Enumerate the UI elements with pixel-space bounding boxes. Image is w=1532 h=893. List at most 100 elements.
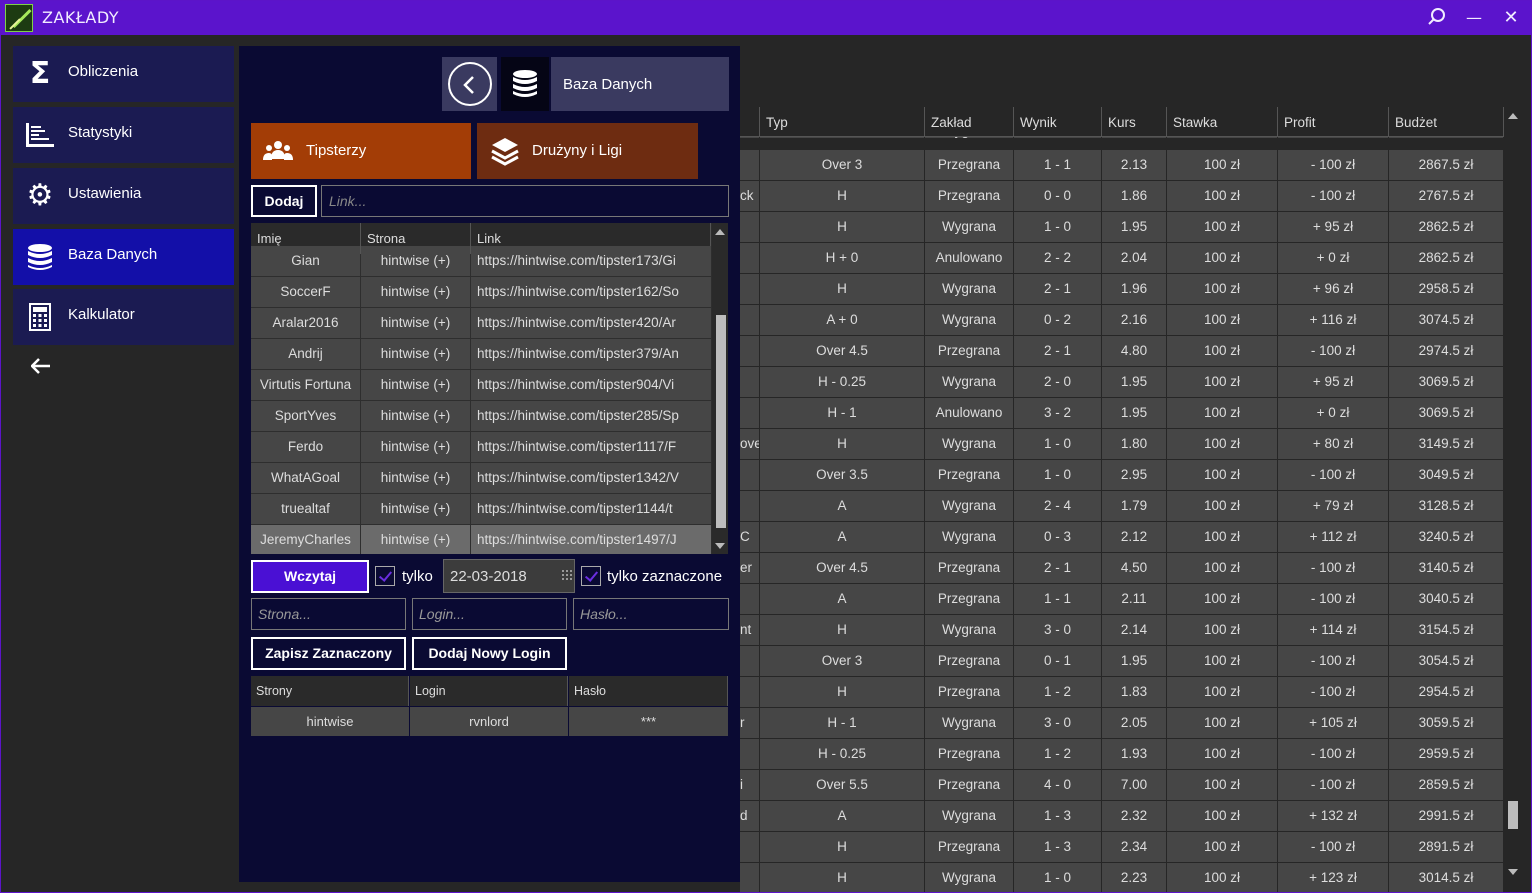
bet-budzet-cell[interactable]: 2862.5 zł [1389, 243, 1503, 273]
bet-zaklad-cell[interactable]: Przegrana [925, 150, 1013, 180]
bet-stawka-cell[interactable]: 100 zł [1167, 181, 1277, 211]
bet-wynik-cell[interactable]: 0 - 0 [1014, 181, 1101, 211]
title-bar[interactable]: ZAKŁADY — ✕ [1, 1, 1531, 35]
bet-profit-cell[interactable]: + 96 zł [1278, 274, 1388, 304]
tipster-link-cell[interactable]: https://hintwise.com/tipster420/Ar [471, 308, 711, 338]
bet-profit-cell[interactable]: - 100 zł [1278, 646, 1388, 676]
tipster-name-cell[interactable]: Ferdo [251, 432, 360, 462]
table-row[interactable]: H Wygrana 2 - 1 1.96 100 zł + 96 zł 2958.5 zł [740, 274, 1504, 305]
add-new-login-button[interactable]: Dodaj Nowy Login [412, 637, 567, 670]
bet-zaklad-cell[interactable]: Wygrana [925, 801, 1013, 831]
table-row[interactable]: A Przegrana 1 - 1 2.11 100 zł - 100 zł 3040.5 … [740, 584, 1504, 615]
scroll-up-icon[interactable] [715, 229, 725, 235]
bet-stawka-cell[interactable]: 100 zł [1167, 460, 1277, 490]
sidebar-item-obliczenia[interactable]: Σ Obliczenia [13, 46, 234, 102]
bet-zaklad-cell[interactable]: Przegrana [925, 770, 1013, 800]
bet-zaklad-cell[interactable]: Przegrana [925, 584, 1013, 614]
bet-wynik-cell[interactable]: 2 - 0 [1014, 367, 1101, 397]
table-row[interactable]: ck H Przegrana 0 - 0 1.86 100 zł - 100 zł 2767.… [740, 181, 1504, 212]
bet-kurs-cell[interactable]: 7.00 [1102, 770, 1166, 800]
bet-kurs-cell[interactable]: 1.79 [1102, 491, 1166, 521]
tipster-link-cell[interactable]: https://hintwise.com/tipster904/Vi [471, 370, 711, 400]
bet-kurs-cell[interactable]: 1.86 [1102, 181, 1166, 211]
bet-profit-cell[interactable]: + 114 zł [1278, 615, 1388, 645]
bet-budzet-cell[interactable]: 2767.5 zł [1389, 181, 1503, 211]
table-row[interactable]: rH - 1 Wygrana 3 - 0 2.05 100 zł + 105 zł 3059… [740, 708, 1504, 739]
table-row[interactable]: nt H Wygrana 3 - 0 2.14 100 zł + 114 zł 3154.5 … [740, 615, 1504, 646]
bet-typ-cell[interactable]: H - 1 [760, 398, 924, 428]
bet-wynik-cell[interactable]: 2 - 4 [1014, 491, 1101, 521]
bet-stawka-cell[interactable]: 100 zł [1167, 863, 1277, 892]
column-header-event[interactable] [740, 107, 760, 137]
bet-profit-cell[interactable]: - 100 zł [1278, 336, 1388, 366]
bet-wynik-cell[interactable]: 4 - 0 [1014, 770, 1101, 800]
bet-stawka-cell[interactable]: 100 zł [1167, 801, 1277, 831]
bet-event-cell[interactable] [740, 150, 759, 180]
bet-kurs-cell[interactable]: 1.83 [1102, 677, 1166, 707]
tipster-name-cell[interactable]: Aralar2016 [251, 308, 360, 338]
bet-profit-cell[interactable]: + 112 zł [1278, 522, 1388, 552]
table-row[interactable]: Virtutis Fortuna hintwise (+) https://hint… [251, 370, 711, 401]
bet-zaklad-cell[interactable]: Wygrana [925, 522, 1013, 552]
table-row[interactable]: Over 3 Przegrana 0 - 1 1.95 100 zł - 100 zł 30… [740, 646, 1504, 677]
table-row[interactable]: A + 0 Wygrana 0 - 2 2.16 100 zł + 116 zł 3074.… [740, 305, 1504, 336]
tipster-link-cell[interactable]: https://hintwise.com/tipster162/So [471, 277, 711, 307]
bet-kurs-cell[interactable]: 1.95 [1102, 646, 1166, 676]
collapse-arrow-icon[interactable] [30, 355, 51, 380]
tipster-link-cell[interactable]: https://hintwise.com/tipster285/Sp [471, 401, 711, 431]
bet-wynik-cell[interactable]: 1 - 3 [1014, 832, 1101, 862]
tipster-name-cell[interactable]: WhatAGoal [251, 463, 360, 493]
bet-event-cell[interactable] [740, 584, 759, 614]
bet-budzet-cell[interactable]: 3014.5 zł [1389, 863, 1503, 892]
bet-profit-cell[interactable]: - 100 zł [1278, 460, 1388, 490]
bet-kurs-cell[interactable]: 1.96 [1102, 274, 1166, 304]
tipsters-scrollbar[interactable] [712, 223, 728, 554]
sidebar-item-baza-danych[interactable]: Baza Danych [13, 229, 234, 285]
tipster-name-cell[interactable]: Gian [251, 246, 360, 276]
login-cell-password[interactable]: *** [569, 707, 728, 736]
bet-typ-cell[interactable]: H [760, 429, 924, 459]
calendar-icon[interactable] [562, 570, 572, 580]
table-row[interactable]: Over 3.5 Przegrana 1 - 0 2.95 100 zł - 100 zł… [740, 460, 1504, 491]
bet-profit-cell[interactable]: + 105 zł [1278, 708, 1388, 738]
bet-wynik-cell[interactable]: 2 - 1 [1014, 274, 1101, 304]
scroll-down-icon[interactable] [715, 543, 725, 549]
bet-wynik-cell[interactable]: 1 - 0 [1014, 429, 1101, 459]
bet-typ-cell[interactable]: Over 3.5 [760, 460, 924, 490]
bet-wynik-cell[interactable]: 0 - 3 [1014, 522, 1101, 552]
tipster-name-cell[interactable]: Virtutis Fortuna [251, 370, 360, 400]
bet-zaklad-cell[interactable]: Anulowano [925, 243, 1013, 273]
bet-event-cell[interactable] [740, 243, 759, 273]
bet-typ-cell[interactable]: A [760, 801, 924, 831]
bet-stawka-cell[interactable]: 100 zł [1167, 770, 1277, 800]
bet-event-cell[interactable]: i [740, 770, 759, 800]
bet-event-cell[interactable] [740, 646, 759, 676]
bet-budzet-cell[interactable]: 3069.5 zł [1389, 367, 1503, 397]
column-header-kurs[interactable]: Kurs [1102, 107, 1167, 137]
bet-budzet-cell[interactable]: 3154.5 zł [1389, 615, 1503, 645]
bet-zaklad-cell[interactable]: Wygrana [925, 367, 1013, 397]
bet-stawka-cell[interactable]: 100 zł [1167, 708, 1277, 738]
bet-kurs-cell[interactable]: 2.12 [1102, 522, 1166, 552]
bet-kurs-cell[interactable]: 2.23 [1102, 863, 1166, 892]
bet-event-cell[interactable] [740, 367, 759, 397]
save-selected-button[interactable]: Zapisz Zaznaczony [251, 637, 406, 670]
bet-wynik-cell[interactable]: 0 - 2 [1014, 305, 1101, 335]
tipster-site-cell[interactable]: hintwise (+) [361, 401, 470, 431]
bet-zaklad-cell[interactable]: Przegrana [925, 646, 1013, 676]
bet-profit-cell[interactable]: - 100 zł [1278, 181, 1388, 211]
tipster-site-cell[interactable]: hintwise (+) [361, 525, 470, 554]
bet-event-cell[interactable] [740, 491, 759, 521]
bet-event-cell[interactable]: ck [740, 181, 759, 211]
scrollbar-thumb[interactable] [716, 315, 726, 528]
back-button[interactable] [442, 57, 497, 111]
bet-stawka-cell[interactable]: 100 zł [1167, 615, 1277, 645]
column-header-strony[interactable]: Strony [251, 676, 409, 706]
only-selected-checkbox[interactable] [581, 566, 601, 586]
bet-event-cell[interactable] [740, 398, 759, 428]
bet-budzet-cell[interactable]: 3040.5 zł [1389, 584, 1503, 614]
table-row[interactable]: Gian hintwise (+) https://hintwise.com/tip… [251, 246, 711, 277]
bet-kurs-cell[interactable]: 1.95 [1102, 398, 1166, 428]
bet-kurs-cell[interactable]: 2.05 [1102, 708, 1166, 738]
bet-budzet-cell[interactable]: 3240.5 zł [1389, 522, 1503, 552]
